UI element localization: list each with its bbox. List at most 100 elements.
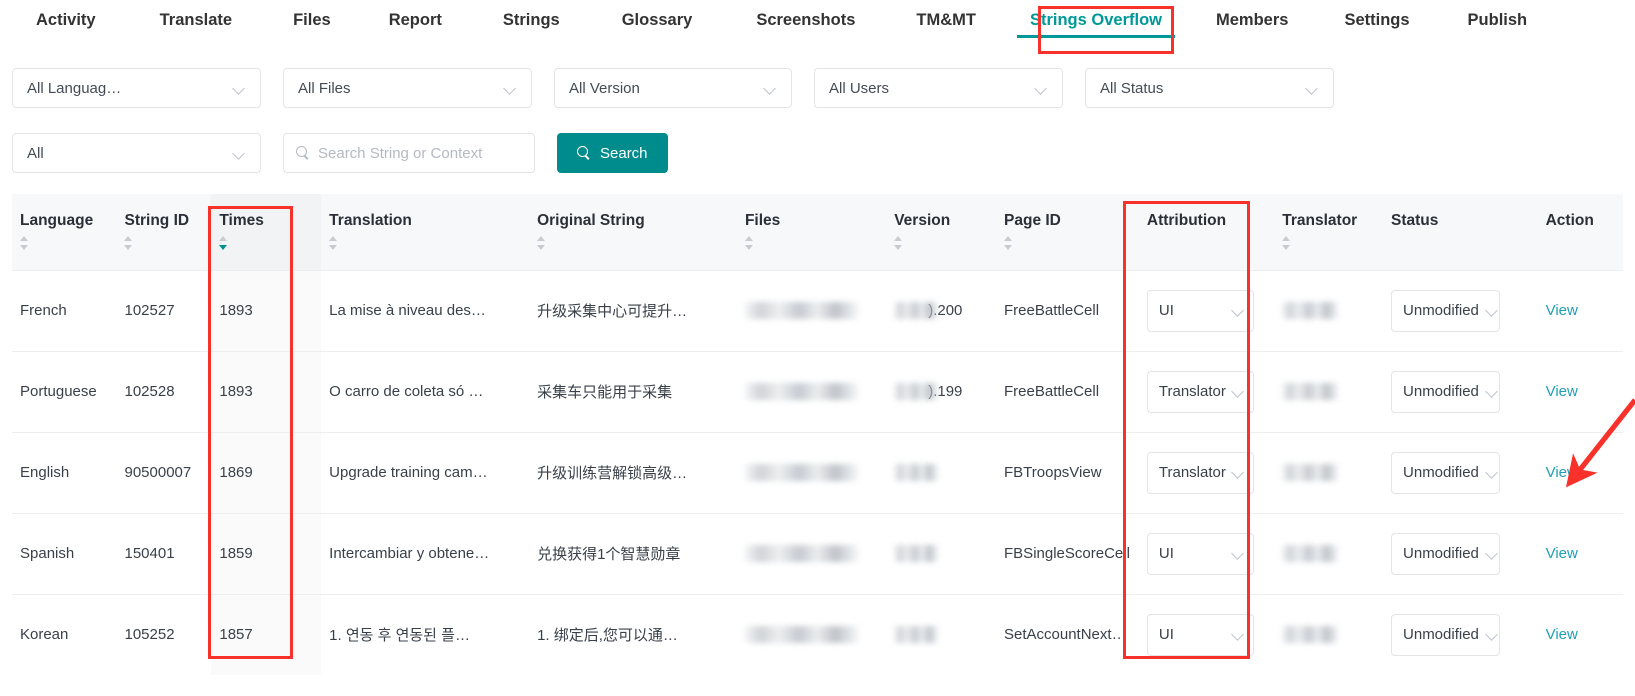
scope-filter-value: All bbox=[27, 144, 44, 162]
cell-version bbox=[886, 431, 997, 513]
sort-arrows-icon[interactable] bbox=[1004, 236, 1013, 250]
status-select[interactable]: Unmodified bbox=[1391, 289, 1501, 332]
sort-arrows-icon[interactable] bbox=[219, 236, 228, 250]
cell-times: 1893 bbox=[211, 269, 322, 351]
search-field[interactable] bbox=[283, 133, 535, 173]
nav-tab-files[interactable]: Files bbox=[293, 12, 331, 45]
nav-tab-report[interactable]: Report bbox=[389, 12, 442, 45]
status-value: Unmodified bbox=[1403, 383, 1479, 400]
redacted-files-value bbox=[744, 545, 858, 562]
redacted-translator-value bbox=[1282, 302, 1339, 319]
attribution-value: UI bbox=[1158, 545, 1174, 562]
view-link[interactable]: View bbox=[1546, 545, 1578, 562]
files-filter-select[interactable]: All Files bbox=[283, 68, 532, 108]
column-header-label: Translator bbox=[1282, 212, 1358, 229]
nav-tab-label: Translate bbox=[159, 10, 233, 29]
chevron-down-icon bbox=[1232, 304, 1245, 317]
version-filter-select[interactable]: All Version bbox=[554, 68, 792, 108]
column-header-label: Action bbox=[1545, 212, 1594, 229]
chevron-down-icon bbox=[1486, 547, 1499, 560]
attribution-value: Translator bbox=[1158, 383, 1226, 400]
cell-files bbox=[736, 431, 887, 513]
status-select[interactable]: Unmodified bbox=[1391, 370, 1501, 413]
table-head: Language String ID Times Translation Origina… bbox=[12, 194, 1623, 270]
nav-tab-activity[interactable]: Activity bbox=[36, 12, 96, 45]
chevron-down-icon bbox=[1306, 82, 1319, 95]
sort-arrows-icon[interactable] bbox=[744, 236, 754, 250]
column-header-string_id[interactable]: String ID bbox=[116, 194, 212, 270]
column-header-label: Attribution bbox=[1146, 212, 1227, 229]
column-header-files[interactable]: Files bbox=[736, 194, 887, 270]
cell-translator bbox=[1274, 431, 1384, 513]
cell-status: Unmodified bbox=[1383, 350, 1538, 432]
attribution-select[interactable]: Translator bbox=[1146, 370, 1254, 413]
cell-translator bbox=[1274, 269, 1384, 351]
nav-tab-members[interactable]: Members bbox=[1216, 12, 1288, 45]
nav-tab-strings[interactable]: Strings bbox=[503, 12, 560, 45]
column-header-language[interactable]: Language bbox=[12, 194, 117, 270]
strings-overflow-page: Activity Translate Files Report Strings Gloss… bbox=[0, 0, 1635, 696]
sort-arrows-icon[interactable] bbox=[20, 236, 29, 250]
cell-attribution: UI bbox=[1138, 593, 1275, 675]
nav-tab-settings[interactable]: Settings bbox=[1344, 12, 1409, 45]
column-header-page_id[interactable]: Page ID bbox=[996, 194, 1139, 270]
attribution-select[interactable]: UI bbox=[1146, 613, 1254, 656]
nav-tab-strings-overflow[interactable]: Strings Overflow bbox=[1016, 12, 1175, 45]
column-header-translation[interactable]: Translation bbox=[321, 194, 530, 270]
view-link[interactable]: View bbox=[1546, 383, 1578, 400]
attribution-select[interactable]: Translator bbox=[1146, 451, 1254, 494]
cell-translation: O carro de coleta só … bbox=[321, 350, 530, 432]
status-filter-select[interactable]: All Status bbox=[1085, 68, 1334, 108]
cell-times: 1857 bbox=[211, 593, 322, 675]
nav-tab-glossary[interactable]: Glossary bbox=[622, 12, 693, 45]
sort-arrows-icon[interactable] bbox=[329, 236, 338, 250]
chevron-down-icon bbox=[1232, 466, 1245, 479]
status-select[interactable]: Unmodified bbox=[1391, 613, 1501, 656]
search-icon bbox=[577, 146, 591, 160]
nav-tab-label: Members bbox=[1215, 10, 1289, 29]
redacted-translator-value bbox=[1282, 545, 1339, 562]
sort-arrows-icon[interactable] bbox=[894, 236, 903, 250]
column-header-translator[interactable]: Translator bbox=[1274, 194, 1384, 270]
status-select[interactable]: Unmodified bbox=[1391, 451, 1501, 494]
sort-arrows-icon[interactable] bbox=[537, 236, 546, 250]
cell-files bbox=[736, 512, 887, 594]
cell-page-id: FBTroopsView bbox=[996, 431, 1139, 513]
nav-tab-label: Glossary bbox=[621, 10, 693, 29]
chevron-down-icon bbox=[233, 82, 246, 95]
language-filter-select[interactable]: All Languag… bbox=[12, 68, 261, 108]
nav-tab-publish[interactable]: Publish bbox=[1468, 12, 1528, 45]
status-select[interactable]: Unmodified bbox=[1391, 532, 1501, 575]
nav-tab-label: Screenshots bbox=[756, 10, 856, 29]
cell-status: Unmodified bbox=[1383, 431, 1538, 513]
attribution-select[interactable]: UI bbox=[1146, 289, 1254, 332]
users-filter-select[interactable]: All Users bbox=[814, 68, 1063, 108]
cell-action: View bbox=[1537, 593, 1623, 675]
sort-arrows-icon[interactable] bbox=[1282, 236, 1291, 250]
nav-tab-translate[interactable]: Translate bbox=[160, 12, 232, 45]
view-link[interactable]: View bbox=[1546, 626, 1578, 643]
sort-arrows-icon[interactable] bbox=[124, 236, 133, 250]
cell-attribution: Translator bbox=[1138, 431, 1275, 513]
cell-translator bbox=[1274, 350, 1384, 432]
nav-tab-screenshots[interactable]: Screenshots bbox=[756, 12, 855, 45]
nav-tab-tm-mt[interactable]: TM&MT bbox=[916, 12, 976, 45]
table-row: Korean 105252 1857 1. 연동 후 연동된 플… 1. 绑定后,您可以… bbox=[12, 593, 1623, 675]
cell-string-id: 90500007 bbox=[116, 431, 212, 513]
column-header-label: String ID bbox=[124, 212, 190, 229]
column-header-original[interactable]: Original String bbox=[529, 194, 737, 270]
column-header-label: Page ID bbox=[1004, 212, 1061, 229]
view-link[interactable]: View bbox=[1546, 464, 1578, 481]
attribution-select[interactable]: UI bbox=[1146, 532, 1254, 575]
scope-filter-select[interactable]: All bbox=[12, 133, 261, 173]
column-header-version[interactable]: Version bbox=[886, 194, 997, 270]
search-button[interactable]: Search bbox=[557, 133, 668, 173]
nav-tab-label: Settings bbox=[1344, 10, 1410, 29]
view-link[interactable]: View bbox=[1546, 302, 1578, 319]
filter-panel: All Languag… All Files All Version All U… bbox=[0, 56, 1635, 186]
cell-version bbox=[886, 593, 997, 675]
chevron-down-icon bbox=[1486, 385, 1499, 398]
column-header-times[interactable]: Times bbox=[211, 194, 322, 270]
search-input[interactable] bbox=[318, 144, 522, 162]
cell-page-id: FreeBattleCell bbox=[996, 350, 1139, 432]
